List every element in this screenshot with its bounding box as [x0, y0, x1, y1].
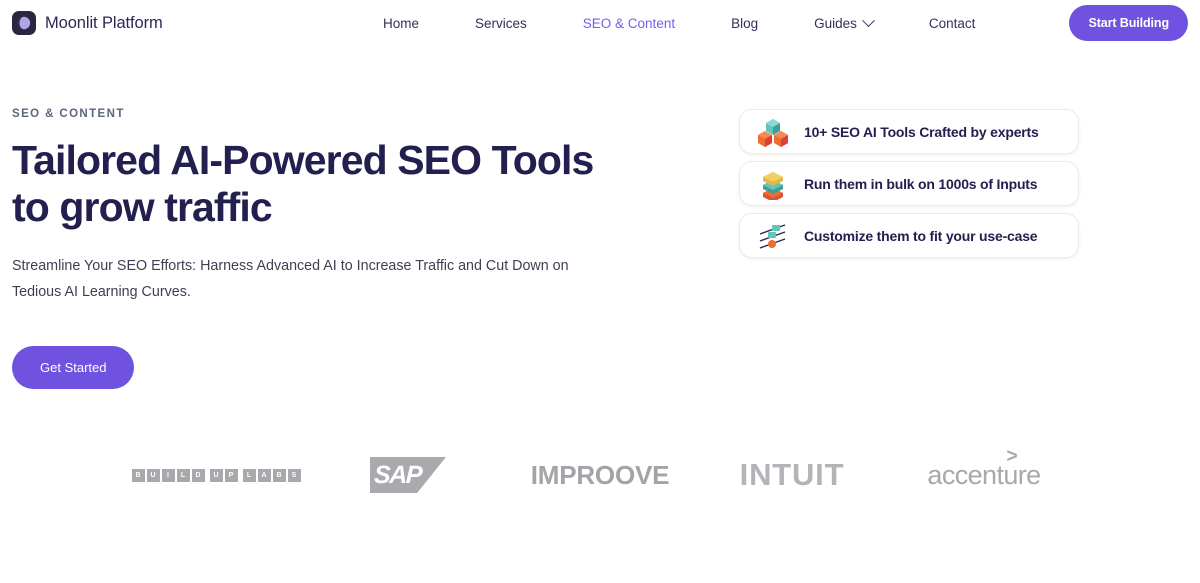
bul-group-up: U P [209, 468, 238, 482]
nav-item-label: SEO & Content [582, 15, 676, 31]
nav-item-label: Services [475, 15, 527, 31]
nav-item-seo-content[interactable]: SEO & Content [555, 10, 703, 37]
bul-letter: U [209, 468, 223, 482]
bul-letter: P [224, 468, 238, 482]
buildup-labs-logo: B U I L D U P L A B S [131, 468, 301, 482]
bul-letter: B [131, 468, 145, 482]
bul-letter: S [287, 468, 301, 482]
hero-subheading: Streamline Your SEO Efforts: Harness Adv… [12, 253, 592, 305]
sap-logo: SAP [370, 457, 446, 493]
sliders-icon [756, 220, 790, 252]
bul-letter: A [257, 468, 271, 482]
feature-card-customize[interactable]: Customize them to fit your use-case [739, 213, 1079, 258]
hero-section: SEO & CONTENT Tailored AI-Powered SEO To… [0, 108, 1200, 389]
layers-stack-icon [756, 168, 790, 202]
bul-letter: D [191, 468, 205, 482]
start-building-button[interactable]: Start Building [1069, 5, 1188, 41]
logo-buildup-labs: B U I L D U P L A B S [120, 445, 312, 505]
hero-content: SEO & CONTENT Tailored AI-Powered SEO To… [12, 108, 732, 389]
bul-letter: L [176, 468, 190, 482]
site-header: Moonlit Platform Home Services SEO & Con… [0, 0, 1200, 46]
headline-line-1: Tailored AI-Powered SEO Tools [12, 137, 594, 183]
feature-card-label: Customize them to fit your use-case [804, 227, 1038, 244]
sap-logo-text: SAP [373, 460, 422, 489]
subhead-line-1: Streamline Your SEO Efforts: Harness Adv… [12, 258, 569, 274]
cubes-icon [756, 116, 790, 148]
feature-card-label: Run them in bulk on 1000s of Inputs [804, 175, 1038, 192]
nav-item-contact[interactable]: Contact [901, 10, 1004, 37]
bul-letter: U [146, 468, 160, 482]
chevron-down-icon [862, 13, 875, 27]
accenture-arrow-icon: > [1006, 445, 1018, 467]
hero-eyebrow: SEO & CONTENT [12, 108, 125, 120]
intuit-logo: INTUIT [739, 457, 845, 492]
headline-line-2: to grow traffic [12, 184, 273, 230]
logo-accenture: > accenture [888, 445, 1080, 505]
nav-item-label: Blog [731, 15, 759, 31]
page-title: Tailored AI-Powered SEO Tools to grow tr… [12, 137, 732, 231]
feature-card-label: 10+ SEO AI Tools Crafted by experts [804, 123, 1039, 140]
nav-item-guides[interactable]: Guides [786, 10, 901, 37]
logo-intuit: INTUIT [696, 445, 888, 505]
client-logo-strip: B U I L D U P L A B S SAP IMPROOVE INTUI… [0, 440, 1200, 510]
nav-item-blog[interactable]: Blog [703, 10, 786, 37]
brand-name: Moonlit Platform [45, 13, 163, 32]
get-started-button[interactable]: Get Started [12, 346, 135, 389]
accenture-logo-text: accenture [927, 459, 1041, 490]
nav-item-services[interactable]: Services [447, 10, 555, 37]
main-navigation: Home Services SEO & Content Blog Guides … [355, 10, 1003, 37]
logo-sap: SAP [312, 445, 504, 505]
feature-card-bulk[interactable]: Run them in bulk on 1000s of Inputs [739, 161, 1079, 206]
logo-improove: IMPROOVE [504, 445, 696, 505]
subhead-line-2: Tedious AI Learning Curves. [12, 284, 191, 300]
bul-group-build: B U I L D [131, 468, 205, 482]
improove-logo: IMPROOVE [530, 459, 670, 490]
nav-item-label: Home [383, 15, 420, 31]
nav-item-home[interactable]: Home [355, 10, 447, 37]
nav-item-label: Guides [814, 15, 857, 31]
bul-group-labs: L A B S [242, 468, 301, 482]
bul-letter: L [242, 468, 256, 482]
brand-logo[interactable]: Moonlit Platform [12, 11, 163, 35]
accenture-logo: > accenture [927, 446, 1041, 491]
nav-item-label: Contact [928, 15, 976, 31]
feature-card-list: 10+ SEO AI Tools Crafted by experts Run … [739, 109, 1079, 258]
bul-letter: I [161, 468, 175, 482]
bul-letter: B [272, 468, 286, 482]
feature-card-tools[interactable]: 10+ SEO AI Tools Crafted by experts [739, 109, 1079, 154]
moon-crescent-icon [12, 11, 36, 35]
